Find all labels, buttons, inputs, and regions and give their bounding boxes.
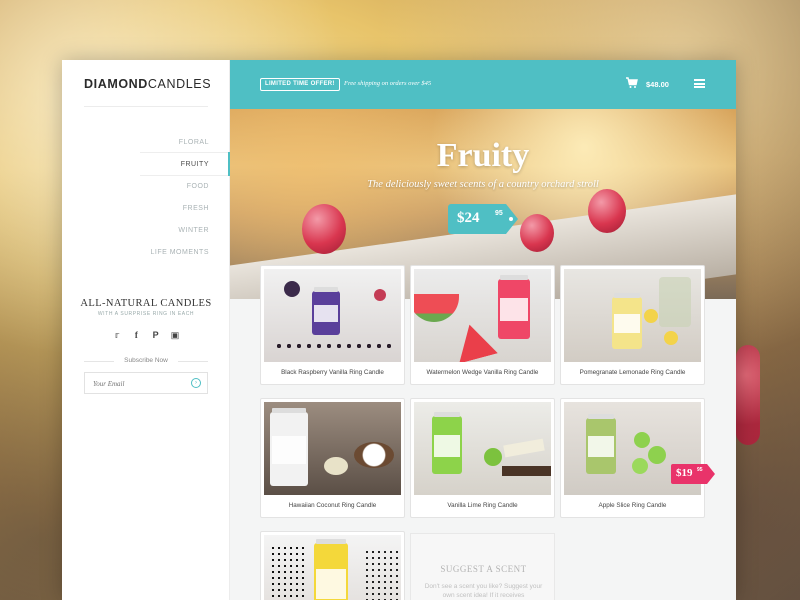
product-card[interactable]: Watermelon Wedge Vanilla Ring Candle (410, 265, 555, 385)
product-image (264, 402, 401, 495)
submit-arrow-icon[interactable]: › (191, 378, 201, 388)
nav-item-winter[interactable]: WINTER (150, 226, 209, 248)
suggest-scent-card[interactable]: SUGGEST A SCENT Don't see a scent you li… (410, 533, 555, 600)
hero-price-cents: 95 (495, 210, 503, 217)
hero-price-tag[interactable]: $24 95 (448, 204, 518, 234)
product-image (414, 402, 551, 495)
limited-offer-badge[interactable]: LIMITED TIME OFFER! (260, 78, 340, 91)
nav-item-fresh[interactable]: FRESH (150, 204, 209, 226)
product-card[interactable]: Apple Slice Ring Candle (560, 398, 705, 518)
email-subscribe-box: › (84, 372, 208, 394)
hero-title: Fruity (436, 137, 530, 174)
product-name: Pomegranate Lemonade Ring Candle (579, 369, 686, 376)
nav-item-food[interactable]: FOOD (150, 182, 209, 204)
suggest-scent-description: Don't see a scent you like? Suggest your… (424, 583, 543, 599)
product-name: Black Raspberry Vanilla Ring Candle (281, 369, 384, 376)
product-card[interactable] (260, 531, 405, 600)
product-image (414, 269, 551, 362)
product-card[interactable]: Hawaiian Coconut Ring Candle (260, 398, 405, 518)
raspberry-image (302, 204, 346, 254)
site-logo[interactable]: DIAMONDCANDLES (84, 77, 211, 91)
product-card[interactable]: Black Raspberry Vanilla Ring Candle (260, 265, 405, 385)
sidebar: DIAMONDCANDLES FLORAL FRUITY FOOD FRESH … (62, 60, 230, 600)
sidebar-subheading: WITH A SURPRISE RING IN EACH (97, 311, 195, 317)
product-name: Vanilla Lime Ring Candle (447, 502, 518, 509)
suggest-scent-title: SUGGEST A SCENT (440, 564, 527, 574)
raspberry-image (520, 214, 554, 252)
category-nav: FLORAL FRUITY FOOD FRESH WINTER LIFE MOM… (150, 138, 209, 270)
product-card[interactable]: Pomegranate Lemonade Ring Candle (560, 265, 705, 385)
cart-total[interactable]: $48.00 (646, 80, 669, 89)
logo-divider (84, 106, 208, 107)
sale-price-tag[interactable]: $19 95 (671, 464, 715, 484)
product-name: Hawaiian Coconut Ring Candle (288, 502, 377, 509)
browser-frame: DIAMONDCANDLES FLORAL FRUITY FOOD FRESH … (62, 60, 736, 600)
hamburger-menu-icon[interactable] (694, 79, 705, 88)
cart-icon[interactable] (626, 77, 638, 89)
subscribe-label: Subscribe Now (84, 357, 208, 364)
free-shipping-text: Free shipping on orders over $45 (344, 80, 432, 87)
pinterest-icon[interactable]: P (151, 330, 161, 341)
top-bar: LIMITED TIME OFFER! Free shipping on ord… (230, 60, 736, 109)
product-image (264, 535, 401, 600)
product-name: Apple Slice Ring Candle (598, 502, 667, 509)
product-name: Watermelon Wedge Vanilla Ring Candle (426, 369, 539, 376)
product-card[interactable]: Vanilla Lime Ring Candle (410, 398, 555, 518)
nav-item-life-moments[interactable]: LIFE MOMENTS (150, 248, 209, 270)
product-image (564, 269, 701, 362)
sale-price-cents: 95 (697, 467, 703, 473)
raspberry-image (588, 189, 626, 233)
hero-subtitle: The deliciously sweet scents of a countr… (367, 179, 599, 190)
hero-price-dollars: $24 (457, 210, 480, 226)
sale-price-dollars: $19 (676, 467, 693, 479)
facebook-icon[interactable]: f (131, 330, 141, 341)
instagram-icon[interactable]: ▣ (170, 330, 180, 341)
email-input[interactable] (85, 374, 185, 394)
sidebar-heading: ALL-NATURAL CANDLES (80, 298, 212, 309)
social-links: 𝕣 f P ▣ (112, 330, 180, 341)
nav-item-floral[interactable]: FLORAL (150, 138, 209, 160)
product-image (264, 269, 401, 362)
twitter-icon[interactable]: 𝕣 (112, 330, 122, 341)
nav-item-fruity[interactable]: FRUITY (150, 160, 209, 182)
background-raspberry (736, 345, 760, 445)
